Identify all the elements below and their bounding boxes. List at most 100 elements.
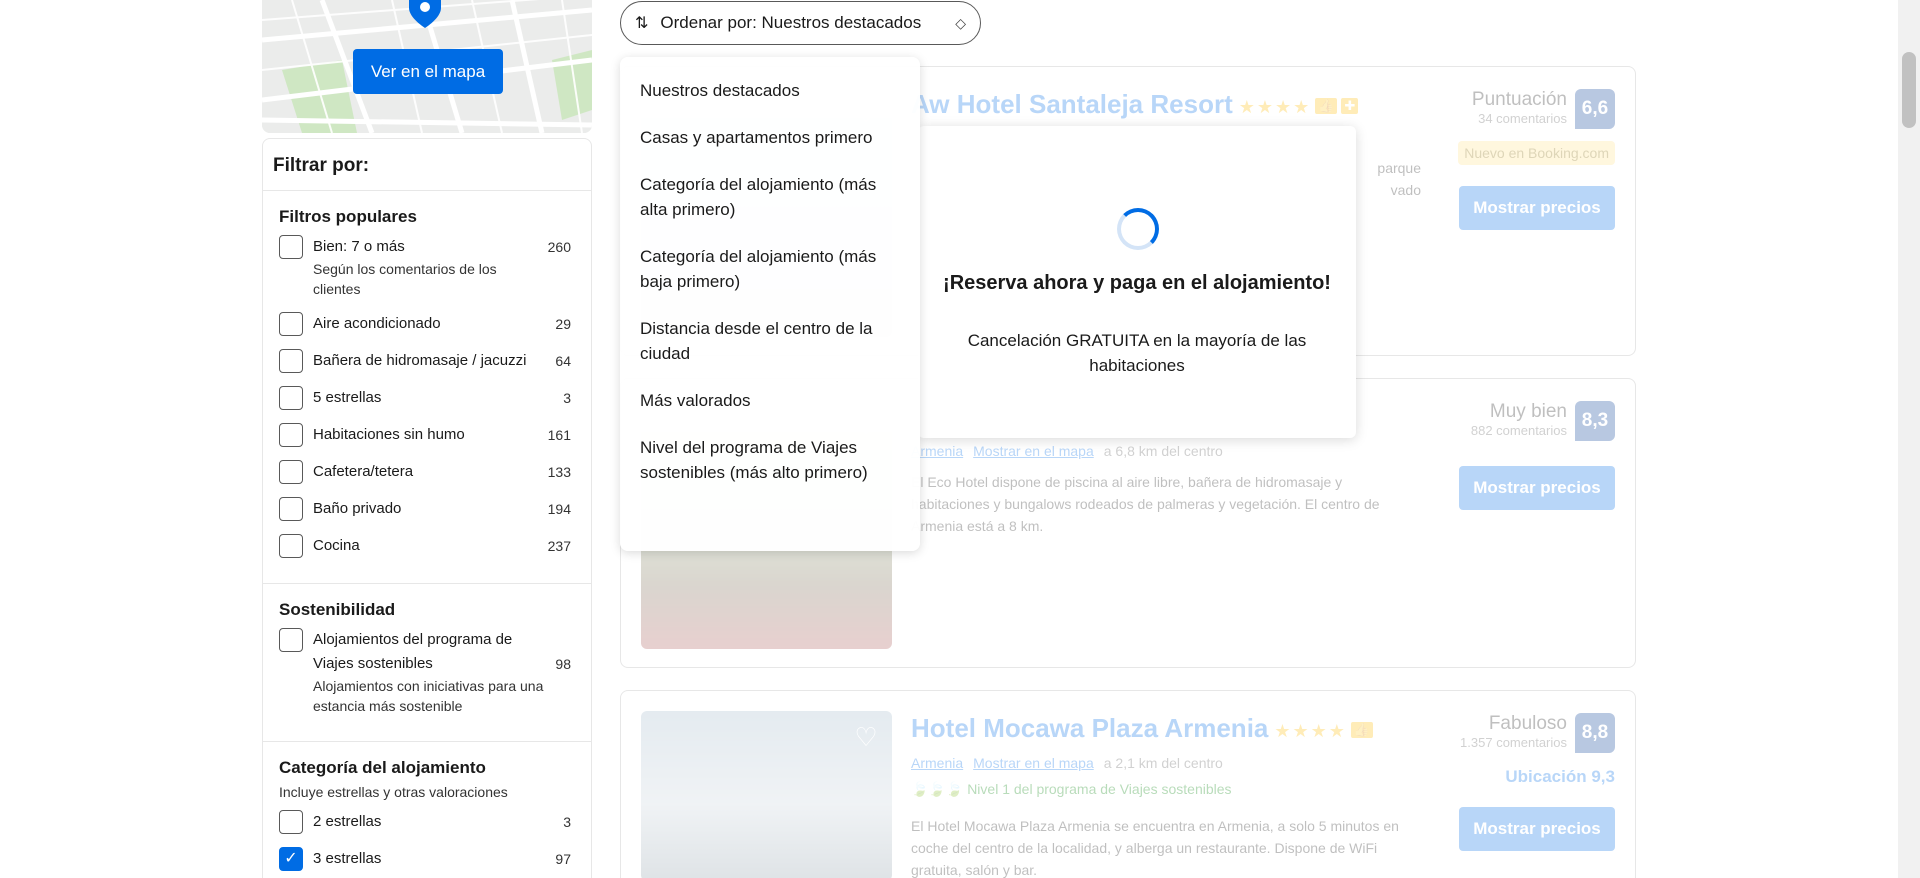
filter-note: Alojamientos con iniciativas para una es…: [313, 678, 544, 714]
filter-row[interactable]: Bañera de hidromasaje / jacuzzi 64: [279, 349, 571, 373]
hotel-photo[interactable]: ♡: [641, 711, 892, 878]
section-subtitle: Incluye estrellas y otras valoraciones: [279, 784, 508, 800]
checkbox[interactable]: [279, 810, 303, 834]
sort-option[interactable]: Distancia desde el centro de la ciudad: [620, 305, 920, 377]
checkbox[interactable]: [279, 423, 303, 447]
checkbox[interactable]: [279, 534, 303, 558]
filter-row[interactable]: Cafetera/tetera 133: [279, 460, 571, 484]
sort-option[interactable]: Más valorados: [620, 377, 920, 424]
chevron-up-down-icon: ◇: [955, 14, 966, 31]
checkbox[interactable]: [279, 235, 303, 259]
sort-dropdown: Nuestros destacados Casas y apartamentos…: [620, 57, 920, 551]
sort-option[interactable]: Casas y apartamentos primero: [620, 114, 920, 161]
location-score: Ubicación 9,3: [1505, 767, 1615, 786]
filter-row[interactable]: Alojamientos del programa de Viajes sost…: [279, 628, 571, 716]
score-block: Fabuloso 1.357 comentarios 8,8: [1415, 713, 1615, 753]
view-on-map-button[interactable]: Ver en el mapa: [353, 49, 503, 94]
distance: a 6,8 km del centro: [1103, 443, 1223, 459]
leaf-icon: 🍃🍃🍃: [911, 781, 964, 797]
pay-at-property-popup: ¡Reserva ahora y paga en el alojamiento!…: [918, 126, 1356, 438]
score-block: Puntuación 34 comentarios 6,6: [1415, 89, 1615, 129]
filter-label: Cafetera/tetera: [313, 463, 414, 480]
filter-label: Habitaciones sin humo: [313, 426, 465, 443]
filter-count: 161: [547, 427, 571, 443]
filter-row[interactable]: 2 estrellas 3: [279, 810, 571, 834]
filter-row[interactable]: Cocina 237: [279, 534, 571, 558]
distance: a 2,1 km del centro: [1103, 755, 1223, 771]
hotel-name-link[interactable]: Aw Hotel Santaleja Resort ★★★★ 👍 ✚: [911, 89, 1359, 120]
show-on-map-link[interactable]: Mostrar en el mapa: [973, 755, 1094, 771]
filter-row[interactable]: 5 estrellas 3: [279, 386, 571, 410]
filter-row[interactable]: Habitaciones sin humo 161: [279, 423, 571, 447]
filter-row[interactable]: Aire acondicionado 29: [279, 312, 571, 336]
show-prices-button[interactable]: Mostrar precios: [1459, 186, 1615, 230]
filter-row[interactable]: Baño privado 194: [279, 497, 571, 521]
checkbox[interactable]: [279, 497, 303, 521]
sort-icon: ⇅: [635, 15, 649, 32]
hotel-description: El Eco Hotel dispone de piscina al aire …: [911, 474, 1380, 534]
score-label: Fabuloso: [1488, 713, 1567, 734]
show-prices-button[interactable]: Mostrar precios: [1459, 807, 1615, 851]
filter-count: 133: [547, 464, 571, 480]
filter-label: 2 estrellas: [313, 813, 382, 830]
filter-count: 3: [563, 390, 571, 406]
show-prices-button[interactable]: Mostrar precios: [1459, 466, 1615, 510]
map-pin-icon: [409, 0, 441, 28]
checkbox[interactable]: [279, 460, 303, 484]
sort-option[interactable]: Categoría del alojamiento (más alta prim…: [620, 161, 920, 233]
score-label: Puntuación: [1471, 89, 1567, 110]
page-scrollbar[interactable]: [1898, 0, 1920, 878]
filter-row[interactable]: ✓ 3 estrellas 97: [279, 847, 571, 871]
filter-label: Cocina: [313, 537, 360, 554]
filters-panel: Filtrar por: Filtros populares Bien: 7 o…: [262, 138, 592, 878]
checkbox[interactable]: [279, 386, 303, 410]
filter-count: 29: [555, 316, 571, 332]
show-on-map-link[interactable]: Mostrar en el mapa: [973, 443, 1094, 459]
filter-count: 97: [555, 851, 571, 867]
score-badge: 6,6: [1575, 89, 1615, 129]
checkbox[interactable]: [279, 312, 303, 336]
checkbox[interactable]: [279, 628, 303, 652]
section-title: Sostenibilidad: [279, 600, 396, 619]
filter-count: 237: [547, 538, 571, 554]
filter-label: Baño privado: [313, 500, 402, 517]
property-category-section: Categoría del alojamiento Incluye estrel…: [263, 742, 591, 878]
review-count: 1.357 comentarios: [1460, 735, 1567, 750]
filter-count: 98: [555, 656, 571, 672]
loading-spinner-icon: [1117, 208, 1159, 250]
popup-text: Cancelación GRATUITA en la mayoría de la…: [967, 331, 1307, 375]
filter-label: Bañera de hidromasaje / jacuzzi: [313, 352, 527, 369]
hotel-name-link[interactable]: Hotel Mocawa Plaza Armenia ★★★★ 👍: [911, 713, 1374, 744]
score-badge: 8,8: [1575, 713, 1615, 753]
heart-icon[interactable]: ♡: [852, 723, 880, 751]
thumbs-up-icon: 👍: [1315, 98, 1338, 115]
filter-note: Según los comentarios de los clientes: [313, 261, 497, 297]
checkbox-checked[interactable]: ✓: [279, 847, 303, 871]
sort-option[interactable]: Nivel del programa de Viajes sostenibles…: [620, 424, 920, 496]
sort-option[interactable]: Categoría del alojamiento (más baja prim…: [620, 233, 920, 305]
sort-button[interactable]: ⇅ Ordenar por: Nuestros destacados ◇: [620, 1, 981, 45]
map-preview[interactable]: Ver en el mapa: [262, 0, 592, 133]
popular-filters-section: Filtros populares Bien: 7 o más Según lo…: [263, 191, 591, 584]
score-block: Muy bien 882 comentarios 8,3: [1415, 401, 1615, 441]
sustainability-level: Nivel 1 del programa de Viajes sostenibl…: [967, 781, 1232, 797]
stars-icon: ★★★★: [1238, 97, 1312, 117]
filter-count: 194: [547, 501, 571, 517]
city-link[interactable]: Armenia: [911, 755, 963, 771]
result-card[interactable]: ♡ Hotel Mocawa Plaza Armenia ★★★★ 👍 Armeni…: [620, 690, 1636, 878]
section-title: Filtros populares: [279, 207, 417, 226]
section-title: Categoría del alojamiento: [279, 758, 486, 777]
sort-option[interactable]: Nuestros destacados: [620, 67, 920, 114]
score-label: Muy bien: [1489, 401, 1567, 422]
review-count: 34 comentarios: [1478, 111, 1567, 126]
filter-row[interactable]: Bien: 7 o más Según los comentarios de l…: [279, 235, 571, 299]
new-on-booking-badge: Nuevo en Booking.com: [1458, 141, 1615, 165]
scrollbar-thumb[interactable]: [1902, 52, 1916, 128]
filter-label: Alojamientos del programa de Viajes sost…: [313, 631, 513, 672]
checkbox[interactable]: [279, 349, 303, 373]
filter-count: 3: [563, 814, 571, 830]
hotel-description: El Hotel Mocawa Plaza Armenia se encuent…: [911, 818, 1399, 878]
filter-count: 64: [555, 353, 571, 369]
sustainability-section: Sostenibilidad Alojamientos del programa…: [263, 584, 591, 742]
filter-label: Aire acondicionado: [313, 315, 441, 332]
